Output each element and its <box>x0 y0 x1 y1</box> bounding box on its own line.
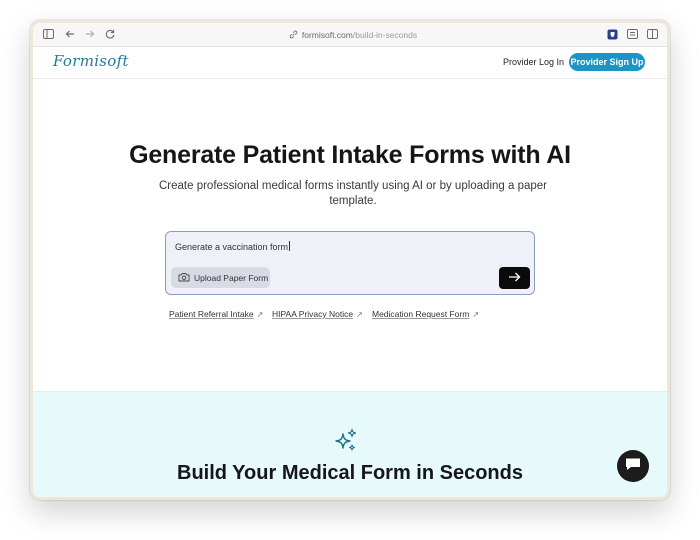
external-arrow-icon: ↗ <box>356 309 363 319</box>
prompt-input-box[interactable]: Generate a vaccination form Upload Paper… <box>165 231 535 295</box>
upload-label: Upload Paper Form <box>194 272 269 283</box>
url-path: /build-in-seconds <box>352 30 418 40</box>
provider-login-link[interactable]: Provider Log In <box>503 57 564 67</box>
url-domain: formisoft.com <box>301 30 353 40</box>
suggestion-link[interactable]: Medication Request Form ↗ <box>372 309 479 319</box>
camera-icon <box>178 272 190 284</box>
prompt-input[interactable]: Generate a vaccination form <box>175 241 291 252</box>
browser-toolbar: formisoft.com/build-in-seconds <box>33 23 667 47</box>
external-arrow-icon: ↗ <box>256 309 264 319</box>
logo[interactable]: Formisoft <box>53 52 129 70</box>
browser-window: formisoft.com/build-in-seconds Formisoft… <box>30 20 670 500</box>
section-title: Build Your Medical Form in Seconds <box>177 462 523 484</box>
build-section: Build Your Medical Form in Seconds <box>33 391 667 497</box>
back-arrow-icon[interactable] <box>63 27 77 41</box>
hero-title: Generate Patient Intake Forms with AI <box>129 141 571 169</box>
submit-prompt-button[interactable] <box>499 267 530 289</box>
upload-paper-form-button[interactable]: Upload Paper Form <box>171 267 270 288</box>
forward-arrow-icon[interactable] <box>83 27 97 41</box>
suggestion-link[interactable]: Patient Referral Intake ↗ <box>169 309 263 319</box>
address-bar[interactable]: formisoft.com/build-in-seconds <box>233 27 473 43</box>
provider-signup-button[interactable]: Provider Sign Up <box>569 53 645 71</box>
hero-subtitle: Create professional medical forms instan… <box>158 180 548 207</box>
sparkles-icon <box>333 428 359 454</box>
link-icon <box>289 30 298 41</box>
prompt-value: Generate a vaccination form <box>175 242 289 252</box>
reader-icon[interactable] <box>625 27 639 41</box>
chat-button[interactable] <box>617 450 649 482</box>
suggestion-link[interactable]: HIPAA Privacy Notice ↗ <box>272 309 363 319</box>
suggestion-links: Patient Referral Intake ↗ HIPAA Privacy … <box>33 309 667 321</box>
split-view-icon[interactable] <box>645 27 659 41</box>
external-arrow-icon: ↗ <box>472 309 480 319</box>
text-caret <box>289 241 291 251</box>
reload-icon[interactable] <box>103 27 117 41</box>
chat-bubble-icon <box>625 457 641 476</box>
sidebar-icon[interactable] <box>41 27 55 41</box>
password-manager-icon[interactable] <box>605 27 619 41</box>
arrow-right-icon <box>508 269 521 287</box>
site-header: Formisoft Provider Log In Provider Sign … <box>33 47 667 79</box>
